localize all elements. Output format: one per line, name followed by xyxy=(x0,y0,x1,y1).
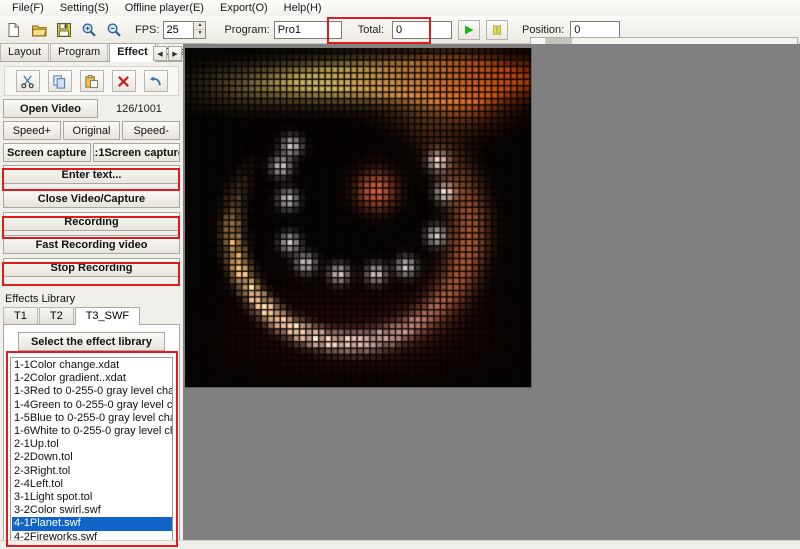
frame-counter: 126/1001 xyxy=(116,102,162,115)
zoom-out-icon[interactable] xyxy=(103,19,125,41)
fps-input[interactable] xyxy=(163,20,194,39)
list-item[interactable]: 2-4Left.tol xyxy=(12,478,172,491)
list-item[interactable]: 3-2Color swirl.swf xyxy=(12,504,172,517)
fps-label: FPS: xyxy=(135,23,160,36)
fast-recording-video-button[interactable]: Fast Recording video xyxy=(3,235,180,254)
position-label: Position: xyxy=(522,23,565,36)
led-matrix-canvas xyxy=(185,48,531,387)
stop-recording-row: Stop Recording xyxy=(3,258,180,277)
select-effect-library-button[interactable]: Select the effect library xyxy=(18,332,165,351)
effects-library-group: Effects Library T1 T2 T3_SWF Select the … xyxy=(3,293,180,549)
fps-stepper[interactable]: ▲ ▼ xyxy=(163,20,207,39)
fxtab-t2[interactable]: T2 xyxy=(38,307,74,324)
fps-spin-down-icon[interactable]: ▼ xyxy=(194,30,205,38)
tab-nav-next-icon[interactable]: ▶ xyxy=(168,46,182,61)
save-icon[interactable] xyxy=(53,19,75,41)
total-input[interactable] xyxy=(392,20,452,39)
recording-button[interactable]: Recording xyxy=(3,212,180,231)
open-video-row: Open Video 126/1001 xyxy=(3,99,180,118)
tab-layout[interactable]: Layout xyxy=(0,43,50,61)
play-button[interactable] xyxy=(458,19,480,40)
list-item[interactable]: 1-5Blue to 0-255-0 gray level change xyxy=(12,412,172,425)
application-window: File(F) Setting(S) Offline player(E) Exp… xyxy=(0,0,800,549)
effects-list[interactable]: 1-1Color change.xdat 1-2Color gradient..x… xyxy=(10,357,173,549)
fps-spin-up-icon[interactable]: ▲ xyxy=(194,22,206,30)
speed-up-button[interactable]: Speed+ xyxy=(3,121,61,140)
list-item[interactable]: 1-2Color gradient..xdat xyxy=(12,372,172,385)
bottom-strip xyxy=(0,540,800,549)
list-item[interactable]: 2-1Up.tol xyxy=(12,438,172,451)
edit-toolbar xyxy=(4,66,179,96)
open-video-button[interactable]: Open Video xyxy=(3,99,98,118)
preview-area xyxy=(183,44,800,540)
screen-capture-1-1-button[interactable]: 1:1Screen capture xyxy=(92,143,180,162)
open-folder-icon[interactable] xyxy=(28,19,50,41)
menu-help[interactable]: Help(H) xyxy=(276,1,330,16)
speed-down-button[interactable]: Speed- xyxy=(122,121,181,140)
program-label: Program: xyxy=(224,23,270,36)
new-file-icon[interactable] xyxy=(3,19,25,41)
fxtab-t1[interactable]: T1 xyxy=(3,307,38,324)
original-speed-button[interactable]: Original xyxy=(62,121,121,140)
list-item[interactable]: 2-3Right.tol xyxy=(12,465,172,478)
close-video-capture-button[interactable]: Close Video/Capture xyxy=(3,189,180,208)
tab-nav-prev-icon[interactable]: ◀ xyxy=(153,46,167,61)
list-item[interactable]: 4-1Planet.swf xyxy=(12,517,172,531)
delete-icon[interactable] xyxy=(111,70,136,92)
menu-file[interactable]: File(F) xyxy=(4,1,52,16)
led-video-preview[interactable] xyxy=(185,48,532,388)
copy-icon[interactable] xyxy=(47,70,72,92)
enter-text-row: Enter text... xyxy=(3,165,180,184)
list-item[interactable]: 1-1Color change.xdat xyxy=(12,359,172,372)
tab-program[interactable]: Program xyxy=(50,43,109,61)
tab-nav: ◀ ▶ xyxy=(152,46,182,61)
undo-icon[interactable] xyxy=(143,70,168,92)
effects-library-label: Effects Library xyxy=(5,293,76,305)
tab-effect[interactable]: Effect xyxy=(109,43,156,62)
speed-row: Speed+ Original Speed- xyxy=(3,121,181,140)
list-item[interactable]: 1-4Green to 0-255-0 gray level chang xyxy=(12,399,172,412)
list-item[interactable]: 1-6White to 0-255-0 gray level chang xyxy=(12,425,172,438)
menu-export[interactable]: Export(O) xyxy=(212,1,276,16)
paste-icon[interactable] xyxy=(79,70,104,92)
effects-library-tabs: T1 T2 T3_SWF xyxy=(3,307,180,325)
screen-capture-row: Screen capture 1:1Screen capture xyxy=(3,143,180,162)
position-input[interactable] xyxy=(570,20,621,39)
menu-bar: File(F) Setting(S) Offline player(E) Exp… xyxy=(0,0,800,16)
program-input[interactable] xyxy=(273,20,342,39)
menu-setting[interactable]: Setting(S) xyxy=(52,1,117,16)
left-panel: Layout Program Effect Custom ◀ ▶ xyxy=(0,43,211,549)
enter-text-button[interactable]: Enter text... xyxy=(3,165,180,184)
close-video-row: Close Video/Capture xyxy=(3,189,180,208)
total-label: Total: xyxy=(357,23,384,36)
main-toolbar: FPS: ▲ ▼ Program: Total: Position: ‹ xyxy=(0,16,800,56)
fxtab-t3-swf[interactable]: T3_SWF xyxy=(74,307,141,325)
screen-capture-button[interactable]: Screen capture xyxy=(3,143,91,162)
stop-recording-button[interactable]: Stop Recording xyxy=(3,258,180,277)
list-item[interactable]: 3-1Light spot.tol xyxy=(12,491,172,504)
menu-offline-player[interactable]: Offline player(E) xyxy=(117,1,212,16)
cut-icon[interactable] xyxy=(15,70,40,92)
fast-recording-row: Fast Recording video xyxy=(3,235,180,254)
left-panel-tabs: Layout Program Effect Custom ◀ ▶ xyxy=(0,43,211,62)
list-item[interactable]: 2-2Down.tol xyxy=(12,451,172,464)
fps-spin-buttons[interactable]: ▲ ▼ xyxy=(193,20,207,39)
zoom-in-icon[interactable] xyxy=(78,19,100,41)
list-item[interactable]: 1-3Red to 0-255-0 gray level change. xyxy=(12,385,172,398)
recording-row: Recording xyxy=(3,212,180,231)
pause-button[interactable] xyxy=(486,19,508,40)
effects-library-body: Select the effect library 1-1Color chang… xyxy=(3,324,180,549)
